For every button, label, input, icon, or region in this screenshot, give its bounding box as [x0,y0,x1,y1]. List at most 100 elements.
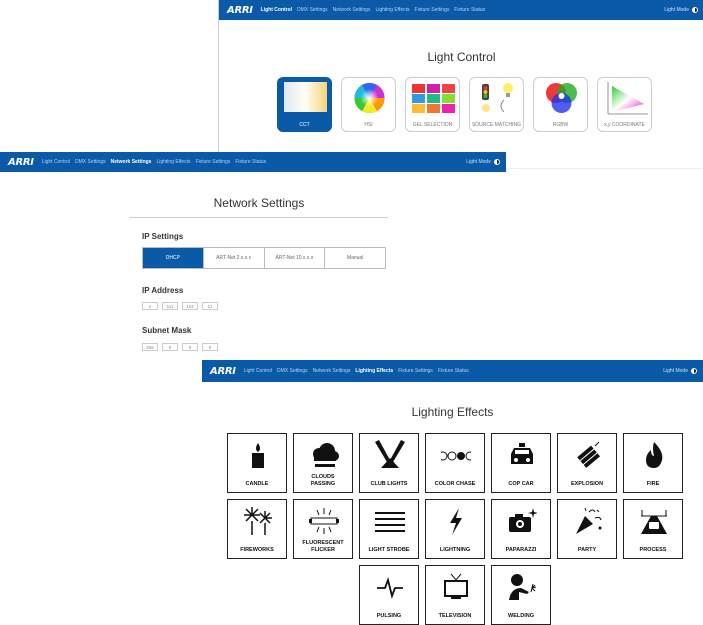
ip-octet-input[interactable]: 122 [182,302,198,310]
effect-welding[interactable]: WELDING [491,565,551,625]
mode-label: SOURCE MATCHING [471,122,522,128]
subnet-octet-input[interactable]: 0 [202,343,218,351]
nav-network-settings[interactable]: Network Settings [333,7,371,13]
effect-fireworks[interactable]: FIREWORKS [227,499,287,559]
light-control-panel: ARRI Light Control DMX Settings Network … [218,0,703,169]
ip-octet-input[interactable]: 11 [202,302,218,310]
dynamite-icon [577,441,601,468]
effect-candle[interactable]: CANDLE [227,433,287,493]
page-title: Network Settings [213,196,305,210]
mode-tile-gel-selection[interactable]: GEL SELECTION [405,77,460,132]
welder-icon [509,574,537,600]
page-title: Light Control [427,50,496,64]
candle-icon [252,443,264,468]
nav-fixture-status[interactable]: Fixture Status [438,368,469,374]
nav-lighting-effects[interactable]: Lighting Effects [355,368,393,374]
cie-triangle-icon [607,82,648,115]
ip-option-manual[interactable]: Manual [325,248,385,268]
effect-clouds-passing[interactable]: CLOUDS PASSING [293,433,353,493]
effect-explosion[interactable]: EXPLOSION [557,433,617,493]
ip-octet-input[interactable]: 2 [142,302,158,310]
contrast-icon [691,368,697,374]
mode-tile-source-matching[interactable]: SOURCE MATCHING [469,77,524,132]
nav-light-control[interactable]: Light Control [261,7,292,13]
mode-label: RGBW [552,122,569,128]
effect-party[interactable]: PARTY [557,499,617,559]
light-mode-toggle[interactable]: Light Mode [664,7,698,13]
nav-dmx-settings[interactable]: DMX Settings [277,368,308,374]
contrast-icon [692,7,698,13]
arri-logo: ARRI [210,365,236,377]
mode-label: GEL SELECTION [412,122,453,128]
nav-network-settings[interactable]: Network Settings [313,368,351,374]
clouds-icon [313,443,339,467]
effect-club-lights[interactable]: CLUB LIGHTS [359,433,419,493]
arri-logo: ARRI [8,156,34,168]
fireworks-icon [244,507,272,535]
fluorescent-tube-icon [309,508,339,534]
color-chase-icon [441,451,471,461]
effect-paparazzi[interactable]: PAPARAZZI [491,499,551,559]
mode-tile-rgbw[interactable]: RGBW [533,77,588,132]
ip-option-dhcp[interactable]: DHCP [143,248,204,268]
effect-lightning[interactable]: LIGHTNING [425,499,485,559]
effect-process[interactable]: PROCESS [623,499,683,559]
nav-fixture-settings[interactable]: Fixture Settings [415,7,450,13]
cct-gradient-icon [284,82,327,112]
subnet-octet-input[interactable]: 255 [142,343,158,351]
subnet-octet-input[interactable]: 0 [182,343,198,351]
top-nav-bar: ARRI Light Control DMX Settings Network … [219,0,703,20]
effect-label: FLUORESCENT FLICKER [302,540,344,553]
light-mode-toggle[interactable]: Light Mode [466,159,500,165]
light-mode-toggle[interactable]: Light Mode [663,368,697,374]
effect-television[interactable]: TELEVISION [425,565,485,625]
club-lights-icon [375,440,405,468]
effect-light-strobe[interactable]: LIGHT STROBE [359,499,419,559]
ip-option-artnet-10[interactable]: ART-Net 10.x.x.x [265,248,326,268]
rgbw-circles-icon [546,83,577,113]
ip-mode-selector: DHCP ART-Net 2.x.x.x ART-Net 10.x.x.x Ma… [142,247,386,269]
party-popper-icon [576,507,602,534]
nav-network-settings[interactable]: Network Settings [111,159,152,165]
effect-label: PROCESS [639,546,667,553]
nav-fixture-status[interactable]: Fixture Status [235,159,266,165]
effect-label: LIGHT STROBE [368,546,410,553]
color-wheel-icon [354,82,385,114]
contrast-icon [494,159,500,165]
effect-label: LIGHTNING [439,546,471,553]
top-nav-bar: ARRI Light Control DMX Settings Network … [202,360,703,382]
title-divider [130,217,388,218]
fire-icon [646,442,663,468]
nav-light-control[interactable]: Light Control [244,368,272,374]
nav-dmx-settings[interactable]: DMX Settings [75,159,106,165]
effect-label: PULSING [376,612,402,619]
nav-light-control[interactable]: Light Control [42,159,70,165]
mode-tile-cct[interactable]: CCT [277,77,332,132]
effect-label: COP CAR [508,480,534,487]
nav-dmx-settings[interactable]: DMX Settings [297,7,328,13]
effect-fire[interactable]: FIRE [623,433,683,493]
nav-lighting-effects[interactable]: Lighting Effects [156,159,190,165]
nav-fixture-status[interactable]: Fixture Status [454,7,485,13]
effect-fluorescent-flicker[interactable]: FLUORESCENT FLICKER [293,499,353,559]
subnet-octet-input[interactable]: 0 [162,343,178,351]
ip-octet-input[interactable]: 111 [162,302,178,310]
arri-logo: ARRI [227,4,253,16]
effect-label: TELEVISION [438,612,472,619]
top-nav-bar: ARRI Light Control DMX Settings Network … [0,152,506,172]
lighting-effects-panel: ARRI Light Control DMX Settings Network … [202,360,703,625]
effect-pulsing[interactable]: PULSING [359,565,419,625]
effect-cop-car[interactable]: COP CAR [491,433,551,493]
mode-tile-hsi[interactable]: HSI [341,77,396,132]
effect-color-chase[interactable]: COLOR CHASE [425,433,485,493]
light-mode-label: Light Mode [664,7,689,13]
mode-label: HSI [364,122,373,128]
nav-fixture-settings[interactable]: Fixture Settings [196,159,231,165]
subnet-mask-field: 255 0 0 0 [142,343,218,351]
strobe-lines-icon [375,512,405,532]
nav-fixture-settings[interactable]: Fixture Settings [398,368,433,374]
nav-lighting-effects[interactable]: Lighting Effects [375,7,409,13]
television-icon [444,573,468,599]
ip-option-artnet-2[interactable]: ART-Net 2.x.x.x [204,248,265,268]
mode-tile-xy-coordinate[interactable]: x,y COORDINATE [597,77,652,132]
